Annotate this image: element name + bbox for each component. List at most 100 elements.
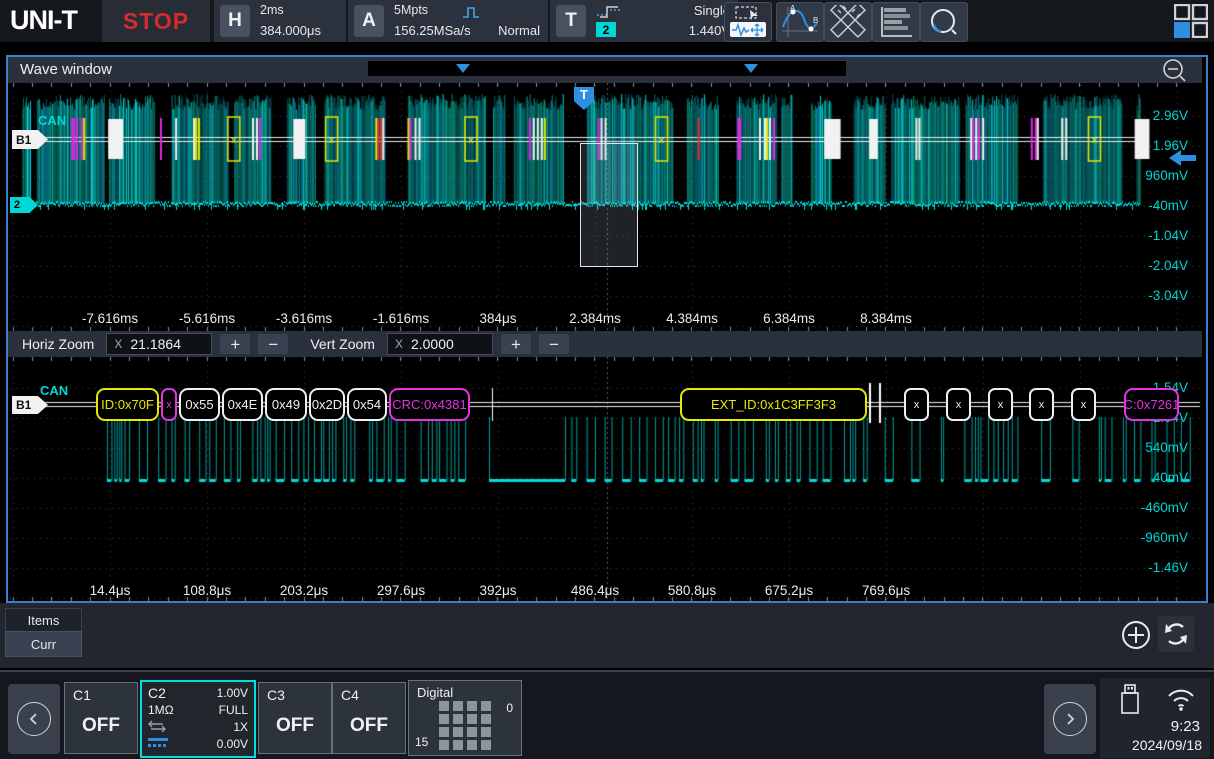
vert-zoom-label: Vert Zoom [310,336,375,352]
display-split-icon[interactable] [1174,4,1208,43]
digital-bit-square [439,727,449,737]
vert-zoom-value-box[interactable]: X 2.0000 [387,333,493,355]
voltage-tick-label: -960mV [1141,530,1188,546]
chevron-right-icon [1053,702,1087,736]
channel3-state: OFF [259,715,331,737]
panel-scroll-left-button[interactable] [8,684,60,754]
zoom-left-marker[interactable] [456,64,470,73]
zoom-right-marker[interactable] [744,64,758,73]
channel2-card[interactable]: C2 1.00V 1MΩ FULL 1X [140,680,256,758]
decode-frame[interactable]: 0x55 [179,388,220,421]
time-tick-label: 8.384ms [844,311,928,327]
digital-bit-square [467,701,477,711]
digital-card[interactable]: Digital 0 15 [408,680,522,756]
voltage-tick-label: 1.96V [1153,138,1188,154]
digital-bit-square [467,727,477,737]
acquire-menu-button[interactable]: A 5Mpts 156.25MSa/s Normal [346,0,550,42]
channel2-impedance: 1MΩ [148,703,174,717]
digital-bit-square [439,701,449,711]
decode-frame[interactable]: ID:0x70F [96,388,159,421]
time-tick-label: -5.616ms [165,311,249,327]
time-tick-label: 108.8μs [165,583,249,599]
voltage-tick-label: -40mV [1148,198,1188,214]
acquire-sample-rate: 156.25MSa/s [394,23,471,38]
digital-bit-square [481,701,491,711]
wave-zoom-tool-button[interactable] [724,2,772,42]
curr-tab[interactable]: Curr [5,631,82,657]
voltage-tick-label: -3.04V [1148,288,1188,304]
digital-bit-square [439,714,449,724]
decode-items-row: Items Curr [0,603,1214,668]
decode-frame[interactable]: 0x54 [347,388,387,421]
main-waveform-plot[interactable]: CAN B1 2 T 2.96V1.96V960mV-40mV-1.04V-2.… [8,83,1202,331]
decode-frame[interactable]: x [1071,388,1096,421]
panel-scroll-right-button[interactable] [1044,684,1096,754]
vert-zoom-minus-button[interactable]: − [539,334,569,354]
oscilloscope-screen: UNI-T STOP H 2ms 384.000μs A 5Mpts 156.2… [0,0,1214,759]
horizontal-menu-button[interactable]: H 2ms 384.000μs [212,0,348,42]
digital-bit-square [467,714,477,724]
channel2-bandwidth: FULL [219,703,248,717]
measure-tool-button[interactable] [824,2,872,42]
acquire-key: A [354,5,384,37]
channel3-name: C3 [267,687,285,703]
add-button[interactable] [1120,619,1152,656]
voltage-tick-label: -460mV [1141,500,1188,516]
decode-frame[interactable]: x [1029,388,1054,421]
decode-frame[interactable]: 0x49 [265,388,307,421]
channel4-card[interactable]: C4 OFF [332,682,406,754]
horiz-zoom-value-box[interactable]: X 21.1864 [106,333,212,355]
zoom-control-bar: Horiz Zoom X 21.1864 + − Vert Zoom X 2.0… [8,331,1202,357]
decode-frame[interactable]: x [161,388,177,421]
svg-text:A: A [790,5,796,13]
decode-frame[interactable]: x [988,388,1013,421]
voltage-tick-label: -1.04V [1148,228,1188,244]
channel1-card[interactable]: C1 OFF [64,682,138,754]
chevron-left-icon [17,702,51,736]
horizontal-key: H [220,5,250,37]
bus-label: CAN [38,113,66,128]
record-scrollbar[interactable] [368,61,846,76]
cursor-tool-button[interactable]: A B [776,2,824,42]
time-tick-label: 486.4μs [553,583,637,599]
horiz-zoom-plus-button[interactable]: + [220,334,250,354]
time-tick-label: 675.2μs [747,583,831,599]
vert-zoom-plus-button[interactable]: + [501,334,531,354]
digital-bit-square [453,714,463,724]
horiz-zoom-minus-button[interactable]: − [258,334,288,354]
clock-date: 2024/09/18 [1132,737,1202,753]
items-tab[interactable]: Items [5,608,82,633]
decode-frame[interactable]: EXT_ID:0x1C3FF3F3 [680,388,867,421]
horizontal-scale: 2ms [260,3,284,17]
wifi-icon [1166,688,1196,717]
status-panel[interactable]: 9:23 2024/09/18 [1100,678,1210,758]
statistics-list-button[interactable] [872,2,920,42]
time-tick-label: 297.6μs [359,583,443,599]
acquire-mode: Normal [498,23,540,38]
decode-frame[interactable]: 0x4E [222,388,263,421]
channel1-name: C1 [73,687,91,703]
channel3-card[interactable]: C3 OFF [258,682,332,754]
trigger-source-badge: 2 [596,22,616,37]
decode-frame[interactable]: x [946,388,971,421]
zoom-waveform-plot[interactable]: CAN B1 ID:0x70Fx0x550x4E0x490x2D0x54CRC:… [8,357,1202,601]
zoom-region-highlight[interactable] [580,143,638,267]
refresh-button[interactable] [1158,616,1194,652]
horiz-zoom-value: 21.1864 [130,336,181,352]
decode-frame[interactable]: CRC:0x4381 [389,388,470,421]
search-tool-button[interactable] [920,2,968,42]
decode-frame[interactable]: C:0x7261 [1124,388,1179,421]
pulse-icon [462,5,486,24]
vert-zoom-value: 2.0000 [411,336,454,352]
decode-frame[interactable]: x [904,388,929,421]
time-tick-label: -1.616ms [359,311,443,327]
time-tick-label: 6.384ms [747,311,831,327]
decode-frame[interactable]: 0x2D [309,388,345,421]
trigger-menu-button[interactable]: T 2 Single 1.440V [548,0,740,42]
run-stop-button[interactable]: STOP [102,0,210,42]
time-tick-label: -3.616ms [262,311,346,327]
wave-window-header: Wave window [8,57,1202,83]
time-tick-label: 384μs [456,311,540,327]
brand-logo: UNI-T [10,5,77,36]
time-tick-label: -7.616ms [68,311,152,327]
